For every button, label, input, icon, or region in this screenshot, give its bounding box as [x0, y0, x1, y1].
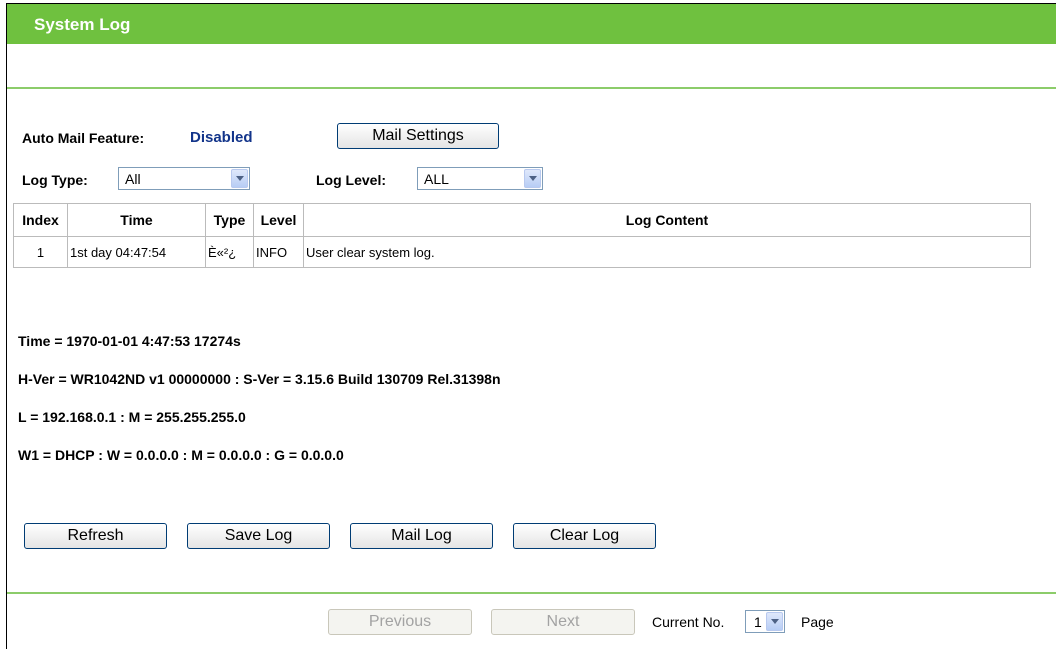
current-page-value: 1 — [754, 614, 762, 630]
page-frame — [6, 3, 1056, 649]
bottom-divider — [7, 592, 1056, 594]
page-title: System Log — [34, 15, 131, 34]
info-time: Time = 1970-01-01 4:47:53 17274s — [18, 333, 241, 349]
column-header-log-content: Log Content — [303, 203, 1031, 237]
auto-mail-status: Disabled — [190, 129, 253, 146]
table-row: 1 1st day 04:47:54 È«²¿ INFO User clear … — [13, 236, 1031, 268]
log-type-label: Log Type: — [22, 172, 88, 188]
column-header-type: Type — [205, 203, 254, 237]
cell-index: 1 — [13, 236, 68, 268]
log-level-select[interactable]: ALL — [417, 167, 543, 190]
page-label: Page — [801, 614, 834, 630]
column-header-index: Index — [13, 203, 68, 237]
chevron-down-icon — [766, 612, 783, 631]
title-bar: System Log — [7, 4, 1056, 44]
mail-log-button[interactable]: Mail Log — [350, 523, 493, 549]
column-header-time: Time — [67, 203, 206, 237]
chevron-down-icon — [231, 169, 248, 188]
current-no-label: Current No. — [652, 614, 725, 630]
column-header-level: Level — [253, 203, 304, 237]
cell-type: È«²¿ — [205, 236, 254, 268]
refresh-button[interactable]: Refresh — [24, 523, 167, 549]
current-page-select[interactable]: 1 — [745, 610, 785, 633]
save-log-button[interactable]: Save Log — [187, 523, 330, 549]
info-lan: L = 192.168.0.1 : M = 255.255.255.0 — [18, 409, 246, 425]
chevron-down-icon — [524, 169, 541, 188]
log-table: Index Time Type Level Log Content 1 1st … — [13, 203, 1031, 268]
log-level-value: ALL — [424, 171, 449, 187]
info-hardware-software-version: H-Ver = WR1042ND v1 00000000 : S-Ver = 3… — [18, 371, 501, 387]
info-wan: W1 = DHCP : W = 0.0.0.0 : M = 0.0.0.0 : … — [18, 447, 344, 463]
previous-button[interactable]: Previous — [328, 609, 472, 635]
mail-settings-button[interactable]: Mail Settings — [337, 123, 499, 149]
cell-level: INFO — [253, 236, 304, 268]
log-type-select[interactable]: All — [118, 167, 250, 190]
log-level-label: Log Level: — [316, 172, 387, 188]
next-button[interactable]: Next — [491, 609, 635, 635]
clear-log-button[interactable]: Clear Log — [513, 523, 656, 549]
log-type-value: All — [125, 171, 141, 187]
table-header-row: Index Time Type Level Log Content — [13, 203, 1031, 237]
cell-time: 1st day 04:47:54 — [67, 236, 206, 268]
cell-log-content: User clear system log. — [303, 236, 1031, 268]
top-divider — [7, 87, 1056, 89]
auto-mail-label: Auto Mail Feature: — [22, 130, 145, 146]
